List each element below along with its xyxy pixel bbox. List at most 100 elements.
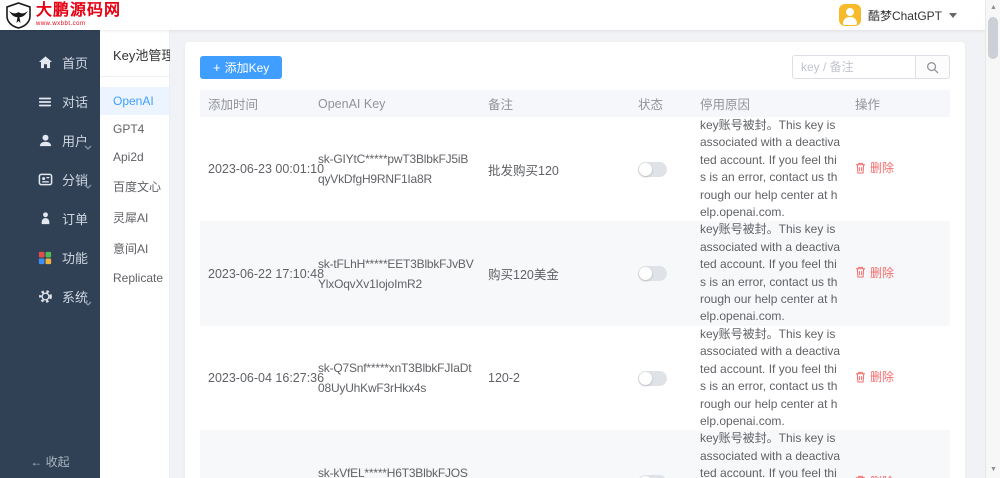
row-key: sk-kVfEL*****H6T3BlbkFJOSe2twG47WDea86VF… bbox=[318, 465, 468, 478]
row-time: 2023-06-04 16:27:36 bbox=[208, 371, 325, 386]
submenu-item-lingxi[interactable]: 灵犀AI bbox=[100, 202, 169, 233]
submenu-title: Key池管理 bbox=[100, 30, 174, 77]
search-box bbox=[792, 55, 950, 79]
sidebar-item-label: 订单 bbox=[62, 212, 89, 227]
row-disable-reason: key账号被封。This key is associated with a de… bbox=[700, 431, 841, 478]
scroll-down-arrow-icon[interactable]: ▼ bbox=[986, 463, 1000, 477]
topbar: 大鹏源码网 www.wxbbt.com 酷梦ChatGPT bbox=[0, 0, 985, 30]
toggle-knob bbox=[639, 371, 652, 385]
submenu-item-replicate[interactable]: Replicate bbox=[100, 264, 169, 292]
chevron-down-icon bbox=[949, 12, 957, 18]
user-menu[interactable]: 酷梦ChatGPT bbox=[838, 4, 985, 26]
sidebar-item-label: 功能 bbox=[62, 251, 89, 266]
table-toolbar: + 添加Key bbox=[185, 42, 965, 90]
sidebar-item-users[interactable]: 用户 bbox=[0, 121, 100, 160]
submenu-item-yijian[interactable]: 意间AI bbox=[100, 233, 169, 264]
sidebar-collapse-button[interactable]: ← 收起 bbox=[0, 453, 100, 470]
delete-button[interactable]: 删除 bbox=[855, 159, 894, 176]
key-table-card: + 添加Key 添加时间 OpenAI Key 备注 状态 停用原因 操作 bbox=[185, 42, 965, 478]
search-input[interactable] bbox=[792, 55, 915, 79]
sidebar-item-system[interactable]: 系统 bbox=[0, 277, 100, 316]
window-scrollbar[interactable]: ▲ ▼ bbox=[985, 0, 1000, 478]
delete-button[interactable]: 删除 bbox=[855, 264, 894, 281]
trash-icon bbox=[855, 371, 866, 383]
add-key-button[interactable]: + 添加Key bbox=[200, 56, 283, 79]
brand-logo[interactable]: 大鹏源码网 www.wxbbt.com bbox=[0, 1, 122, 29]
gear-icon bbox=[37, 289, 53, 305]
table-row: 2023-06-23 00:01:10 sk-GIYtC*****pwT3Blb… bbox=[200, 117, 950, 221]
col-header-time: 添加时间 bbox=[208, 98, 259, 112]
status-toggle[interactable] bbox=[638, 266, 667, 282]
submenu-item-baidu[interactable]: 百度文心 bbox=[100, 171, 169, 202]
key-pool-submenu: Key池管理 OpenAI GPT4 Api2d 百度文心 灵犀AI 意间AI … bbox=[100, 30, 174, 478]
row-time: 2023-06-22 17:10:48 bbox=[208, 266, 325, 281]
submenu-item-api2d[interactable]: Api2d bbox=[100, 143, 169, 171]
sidebar-item-chat[interactable]: 对话 bbox=[0, 82, 100, 121]
delete-button[interactable]: 删除 bbox=[855, 473, 894, 478]
user-icon bbox=[37, 133, 53, 149]
user-avatar bbox=[838, 4, 861, 26]
row-key: sk-tFLhH*****EET3BlbkFJvBVYlxOqvXv1IojoI… bbox=[318, 256, 474, 291]
brand-name: 大鹏源码网 bbox=[36, 2, 122, 19]
sidebar-item-label: 对话 bbox=[62, 95, 89, 110]
delete-label: 删除 bbox=[870, 161, 895, 176]
trash-icon bbox=[855, 267, 866, 278]
chevron-down-icon bbox=[84, 138, 92, 153]
sidebar-item-features[interactable]: 功能 bbox=[0, 238, 100, 277]
features-grid-icon bbox=[37, 250, 53, 266]
col-header-remark: 备注 bbox=[488, 98, 514, 112]
row-status bbox=[630, 161, 692, 177]
table-row: 2023-06-02 20:28:38 sk-kVfEL*****H6T3Blb… bbox=[200, 430, 950, 478]
row-remark: 批发购买120 bbox=[488, 163, 559, 178]
chat-list-icon bbox=[37, 94, 53, 110]
main-nav: 首页 对话 用户 分销 订单 功能 系统 bbox=[0, 30, 100, 316]
submenu-item-gpt4[interactable]: GPT4 bbox=[100, 115, 169, 143]
chevron-down-icon bbox=[84, 294, 92, 309]
plus-icon: + bbox=[213, 60, 221, 75]
magnifier-icon bbox=[927, 61, 939, 73]
submenu-item-openai[interactable]: OpenAI bbox=[100, 87, 169, 115]
table-row: 2023-06-22 17:10:48 sk-tFLhH*****EET3Blb… bbox=[200, 221, 950, 326]
status-toggle[interactable] bbox=[638, 370, 667, 386]
brand-url: www.wxbbt.com bbox=[36, 21, 86, 27]
status-toggle[interactable] bbox=[638, 161, 667, 177]
main-content: + 添加Key 添加时间 OpenAI Key 备注 状态 停用原因 操作 bbox=[170, 30, 985, 478]
sidebar-item-distribution[interactable]: 分销 bbox=[0, 160, 100, 199]
scrollbar-thumb[interactable] bbox=[988, 17, 998, 59]
sidebar-item-orders[interactable]: 订单 bbox=[0, 199, 100, 238]
col-header-reason: 停用原因 bbox=[700, 98, 751, 112]
main-sidebar: 首页 对话 用户 分销 订单 功能 系统 ← 收起 bbox=[0, 30, 100, 478]
col-header-status: 状态 bbox=[638, 98, 664, 112]
add-key-label: 添加Key bbox=[224, 61, 270, 75]
row-time: 2023-06-23 00:01:10 bbox=[208, 162, 325, 177]
toggle-knob bbox=[639, 162, 652, 176]
username: 酷梦ChatGPT bbox=[867, 8, 942, 23]
row-disable-reason: key账号被封。This key is associated with a de… bbox=[700, 222, 841, 324]
row-remark: 120-2 bbox=[488, 371, 520, 386]
trash-icon bbox=[855, 162, 866, 174]
sidebar-item-home[interactable]: 首页 bbox=[0, 43, 100, 82]
row-key: sk-GIYtC*****pwT3BlbkFJ5iBqyVkDfgH9RNF1I… bbox=[318, 152, 469, 187]
col-header-key: OpenAI Key bbox=[318, 96, 386, 111]
sidebar-item-label: 首页 bbox=[62, 56, 89, 71]
table-header-row: 添加时间 OpenAI Key 备注 状态 停用原因 操作 bbox=[200, 90, 950, 117]
row-disable-reason: key账号被封。This key is associated with a de… bbox=[700, 118, 841, 220]
distribution-icon bbox=[37, 172, 53, 188]
eagle-shield-icon bbox=[6, 1, 31, 29]
row-disable-reason: key账号被封。This key is associated with a de… bbox=[700, 326, 841, 428]
row-status bbox=[630, 370, 692, 386]
row-status bbox=[630, 266, 692, 282]
delete-label: 删除 bbox=[870, 473, 894, 478]
submenu-items: OpenAI GPT4 Api2d 百度文心 灵犀AI 意间AI Replica… bbox=[100, 77, 169, 292]
table-row: 2023-06-04 16:27:36 sk-Q7Snf*****xnT3Blb… bbox=[200, 326, 950, 430]
order-icon bbox=[37, 211, 53, 227]
home-icon bbox=[37, 55, 53, 71]
row-key: sk-Q7Snf*****xnT3BlbkFJIaDt08UyUhKwF3rHk… bbox=[318, 361, 472, 396]
delete-label: 删除 bbox=[870, 370, 895, 385]
delete-button[interactable]: 删除 bbox=[855, 368, 894, 385]
scroll-up-arrow-icon[interactable]: ▲ bbox=[986, 1, 1000, 15]
search-button[interactable] bbox=[915, 55, 950, 79]
col-header-actions: 操作 bbox=[855, 98, 881, 112]
toggle-knob bbox=[639, 267, 652, 281]
delete-label: 删除 bbox=[870, 265, 895, 280]
